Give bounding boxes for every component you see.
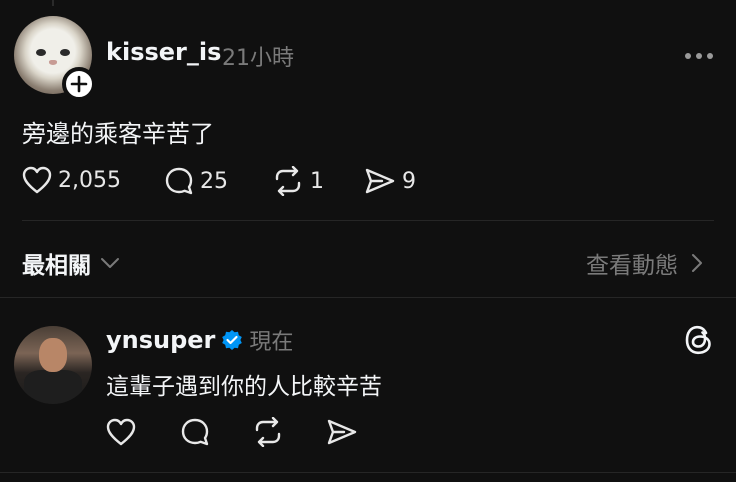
heart-icon xyxy=(106,418,136,446)
view-activity-label: 查看動態 xyxy=(586,253,678,279)
follow-button[interactable] xyxy=(62,67,96,101)
heart-icon xyxy=(22,166,52,194)
verified-icon xyxy=(222,330,243,350)
chevron-right-icon xyxy=(692,254,702,272)
post-username[interactable]: kisser_is xyxy=(106,38,221,66)
share-button[interactable]: 9 xyxy=(364,166,416,196)
like-count: 2,055 xyxy=(58,167,121,193)
view-activity-link[interactable]: 查看動態 xyxy=(586,246,704,280)
reply-username[interactable]: ynsuper xyxy=(106,326,215,354)
threads-button[interactable] xyxy=(684,324,714,360)
plus-icon xyxy=(70,75,88,93)
reply-comment-button[interactable] xyxy=(180,417,210,451)
more-button[interactable] xyxy=(684,46,714,65)
comment-count: 25 xyxy=(200,168,228,194)
divider xyxy=(0,472,736,473)
share-icon xyxy=(327,419,357,445)
reply-repost-button[interactable] xyxy=(252,416,284,451)
reply-avatar[interactable] xyxy=(14,326,92,404)
like-button[interactable]: 2,055 xyxy=(22,166,121,194)
sort-label: 最相關 xyxy=(22,253,91,279)
comment-icon xyxy=(181,418,209,446)
thread-line-top xyxy=(52,0,54,6)
reply-text: 這輩子遇到你的人比較辛苦 xyxy=(106,374,382,400)
reply-like-button[interactable] xyxy=(106,418,136,450)
repost-button[interactable]: 1 xyxy=(272,166,324,196)
threads-icon xyxy=(685,325,711,355)
reply-share-button[interactable] xyxy=(326,417,358,451)
sort-dropdown[interactable]: 最相關 xyxy=(22,246,121,280)
share-count: 9 xyxy=(402,168,416,194)
divider xyxy=(22,220,714,221)
more-icon xyxy=(685,53,713,59)
post-text: 旁邊的乘客辛苦了 xyxy=(22,120,214,148)
comment-icon xyxy=(165,167,193,195)
post-time: 21小時 xyxy=(222,46,294,71)
repost-count: 1 xyxy=(310,168,324,194)
divider xyxy=(0,297,736,298)
comment-button[interactable]: 25 xyxy=(164,166,228,196)
repost-icon xyxy=(255,416,281,448)
chevron-down-icon xyxy=(101,258,119,268)
repost-icon xyxy=(275,166,301,196)
share-icon xyxy=(365,168,395,194)
reply-time: 現在 xyxy=(249,330,294,355)
reply-header: ynsuper 現在 xyxy=(106,324,293,356)
